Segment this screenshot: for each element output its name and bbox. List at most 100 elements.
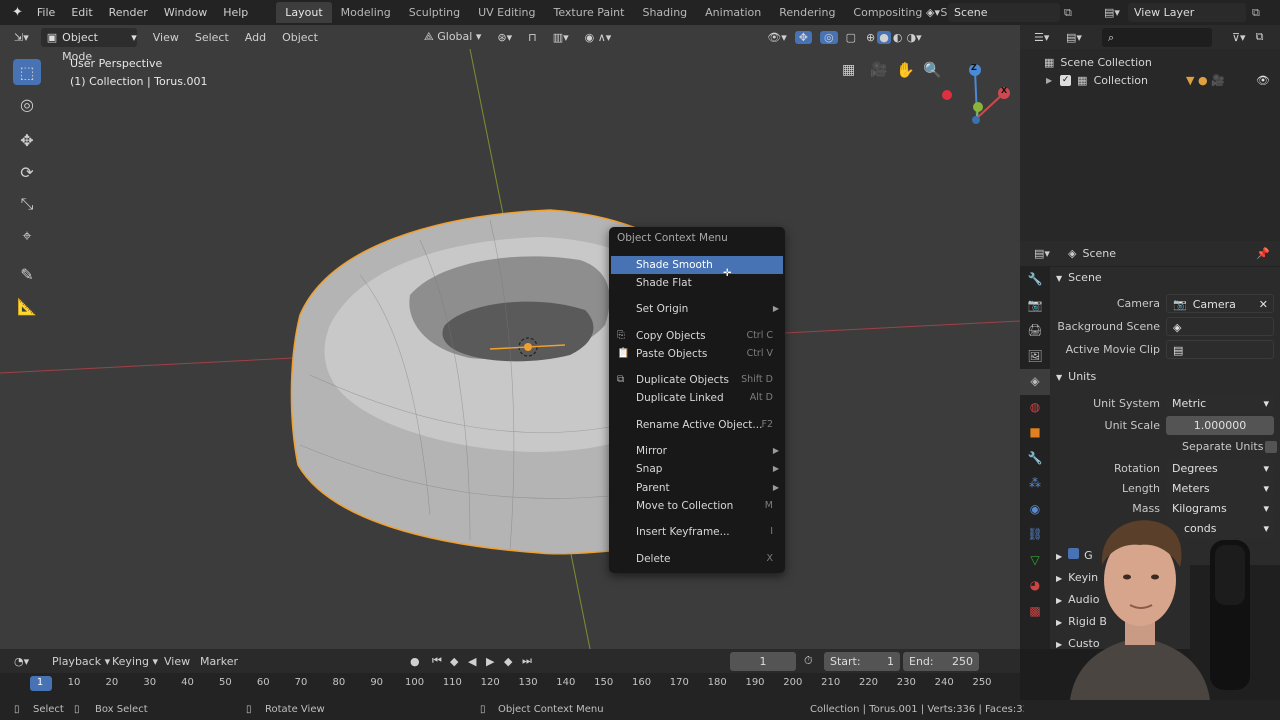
viewport-menu-object[interactable]: Object	[274, 31, 326, 44]
clock-icon[interactable]: ⏱	[804, 654, 824, 668]
scene-selector[interactable]: ◈▾ Scene ⧉	[922, 3, 1086, 22]
next-keyframe-icon[interactable]: ◆	[504, 655, 522, 668]
new-scene-icon[interactable]: ⧉	[1064, 6, 1072, 20]
cursor-tool-icon[interactable]: ◎	[13, 91, 41, 117]
separate-units-checkbox[interactable]	[1265, 441, 1277, 453]
tab-shading[interactable]: Shading	[633, 2, 696, 23]
outliner-row-scene-collection[interactable]: ▦ Scene Collection	[1044, 53, 1152, 71]
current-frame-field[interactable]: 1	[730, 651, 796, 671]
zoom-view-icon[interactable]: 🔍	[923, 61, 942, 79]
display-mode-icon[interactable]: ▤▾	[1066, 31, 1102, 44]
viewport-menu-select[interactable]: Select	[187, 31, 237, 44]
properties-editor-icon[interactable]: ▤▾	[1020, 247, 1068, 260]
filter-icon[interactable]: ⊽▾	[1232, 31, 1246, 44]
tab-animation[interactable]: Animation	[696, 2, 770, 23]
exclude-checkbox[interactable]: ✓	[1060, 74, 1072, 86]
transform-orientation-dropdown[interactable]: ⟁ Global ▾	[416, 30, 489, 44]
particles-tab-icon[interactable]: ⁂	[1020, 471, 1050, 497]
unit-system-dropdown[interactable]: Metric ▾	[1166, 394, 1274, 413]
tab-uv-editing[interactable]: UV Editing	[469, 2, 544, 23]
view-layer-name-field[interactable]: View Layer	[1128, 3, 1246, 22]
snap-icon[interactable]: ⊓	[520, 31, 545, 44]
scene-section-header[interactable]: ▼ Scene	[1056, 268, 1102, 288]
scene-name-field[interactable]: Scene	[948, 3, 1060, 22]
outliner-row-collection[interactable]: ▶ ✓ ▦ Collection ▼ ● 🎥 👁	[1046, 71, 1280, 89]
tab-compositing[interactable]: Compositing	[844, 2, 931, 23]
end-frame-field[interactable]: End: 250	[903, 651, 979, 671]
viewport-menu-add[interactable]: Add	[237, 31, 274, 44]
play-reverse-icon[interactable]: ◀	[468, 655, 486, 668]
menu-item-set-origin[interactable]: Set Origin ▶	[611, 300, 783, 318]
prev-keyframe-icon[interactable]: ◆	[450, 655, 468, 668]
new-collection-icon[interactable]: ⧉	[1256, 30, 1264, 44]
new-view-layer-icon[interactable]: ⧉	[1252, 6, 1260, 20]
timeline-menu-keying[interactable]: Keying ▾	[112, 655, 164, 668]
move-tool-icon[interactable]: ✥	[13, 127, 41, 153]
tab-rendering[interactable]: Rendering	[770, 2, 844, 23]
wireframe-shading-icon[interactable]: ⊕	[864, 31, 877, 44]
menu-item-delete[interactable]: Delete X	[611, 550, 783, 568]
camera-field[interactable]: 📷 Camera ✕	[1166, 294, 1274, 313]
transform-tool-icon[interactable]: ⌖	[13, 223, 41, 249]
units-section-header[interactable]: ▼ Units	[1056, 367, 1096, 387]
editor-type-icon[interactable]: ⇲▾	[0, 31, 37, 44]
output-tab-icon[interactable]: 🖨	[1020, 318, 1050, 344]
play-icon[interactable]: ▶	[486, 655, 504, 668]
timeline-menu-playback[interactable]: Playback ▾	[52, 655, 112, 668]
jump-end-icon[interactable]: ⏭	[522, 654, 540, 668]
menu-item-copy-objects[interactable]: ⎘ Copy Objects Ctrl C	[611, 327, 783, 345]
menu-item-snap[interactable]: Snap ▶	[611, 460, 783, 478]
clear-icon[interactable]: ✕	[1259, 295, 1268, 312]
blender-logo-icon[interactable]: ✦	[0, 0, 29, 25]
start-frame-field[interactable]: Start: 1	[824, 651, 900, 671]
xray-icon[interactable]: ▢	[838, 31, 864, 44]
menu-item-mirror[interactable]: Mirror ▶	[611, 442, 783, 460]
solid-shading-icon[interactable]: ●	[877, 30, 891, 44]
visibility-icon[interactable]: 👁▾	[759, 31, 795, 44]
select-tool-icon[interactable]: ⬚	[13, 59, 41, 85]
rotate-tool-icon[interactable]: ⟳	[13, 159, 41, 185]
eye-icon[interactable]: 👁	[1256, 74, 1270, 87]
scale-tool-icon[interactable]: ⤡	[13, 191, 41, 217]
menu-item-shade-smooth[interactable]: Shade Smooth	[611, 256, 783, 274]
menu-item-insert-keyframe[interactable]: Insert Keyframe... I	[611, 523, 783, 541]
gizmo-toggle-icon[interactable]: ✥	[794, 30, 813, 44]
active-movie-clip-field[interactable]: ▤	[1166, 340, 1274, 359]
annotate-tool-icon[interactable]: ✎	[13, 261, 41, 287]
overlay-toggle-icon[interactable]: ◎	[820, 30, 838, 44]
menu-item-shade-flat[interactable]: Shade Flat	[611, 274, 783, 292]
menu-item-duplicate-linked[interactable]: Duplicate Linked Alt D	[611, 389, 783, 407]
object-tab-icon[interactable]: ■	[1020, 420, 1050, 446]
measure-tool-icon[interactable]: 📐	[13, 293, 41, 319]
timeline-editor-icon[interactable]: ◔▾	[0, 655, 52, 668]
menu-item-move-to-collection[interactable]: Move to Collection M	[611, 497, 783, 515]
record-icon[interactable]: ●	[410, 655, 432, 668]
outliner-search-input[interactable]: ⌕	[1102, 27, 1212, 47]
object-mode-dropdown[interactable]: ▣ Object Mode ▾	[40, 27, 137, 63]
view-layer-tab-icon[interactable]: 🖼	[1020, 344, 1050, 370]
pan-view-icon[interactable]: ✋	[896, 61, 915, 79]
rendered-shading-icon[interactable]: ◑▾	[904, 31, 923, 44]
timeline-menu-marker[interactable]: Marker	[200, 655, 260, 668]
menu-item-parent[interactable]: Parent ▶	[611, 479, 783, 497]
menu-item-paste-objects[interactable]: 📋 Paste Objects Ctrl V	[611, 345, 783, 363]
jump-start-icon[interactable]: ⏮	[432, 654, 450, 668]
material-shading-icon[interactable]: ◐	[891, 31, 905, 44]
menu-help[interactable]: Help	[215, 0, 256, 25]
render-tab-icon[interactable]: 📷	[1020, 293, 1050, 319]
unit-scale-field[interactable]: 1.000000	[1166, 416, 1274, 435]
pin-icon[interactable]: 📌	[1256, 247, 1270, 260]
viewport-menu-view[interactable]: View	[145, 31, 187, 44]
view-layer-selector[interactable]: ▤▾ View Layer ⧉	[1100, 3, 1278, 22]
length-dropdown[interactable]: Meters ▾	[1166, 479, 1274, 498]
snap-target-icon[interactable]: ▥▾	[545, 31, 577, 44]
menu-file[interactable]: File	[29, 0, 63, 25]
rotation-dropdown[interactable]: Degrees ▾	[1166, 459, 1274, 478]
toggle-camera-icon-grid[interactable]: ▦	[842, 62, 855, 78]
pivot-icon[interactable]: ⊛▾	[489, 31, 520, 44]
outliner-editor-icon[interactable]: ☰▾	[1020, 31, 1066, 44]
background-scene-field[interactable]: ◈	[1166, 317, 1274, 336]
timeline-menu-view[interactable]: View	[164, 655, 200, 668]
world-tab-icon[interactable]: ◍	[1020, 395, 1050, 421]
tool-tab-icon[interactable]: 🔧	[1020, 267, 1050, 293]
